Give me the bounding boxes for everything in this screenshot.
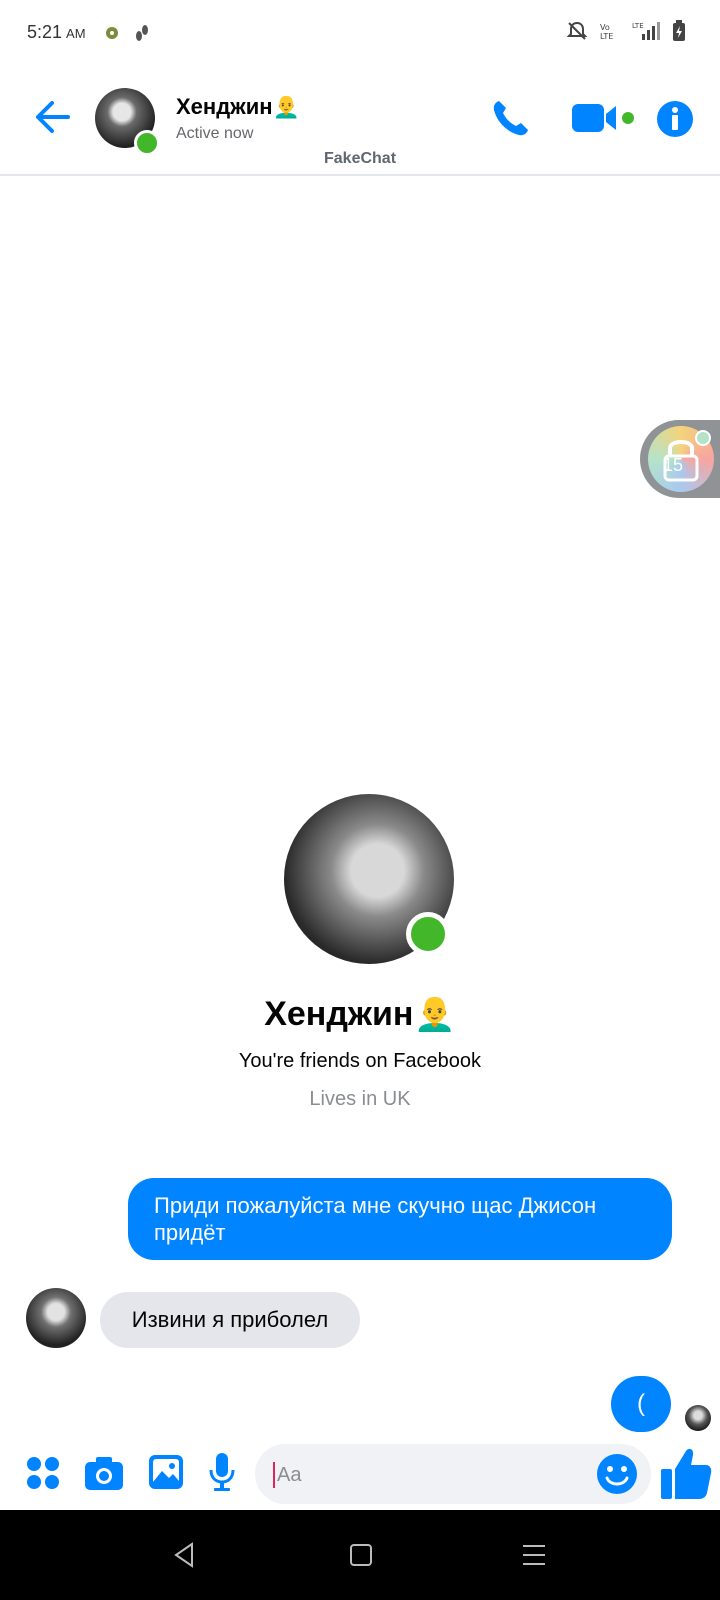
android-debug-icon <box>104 24 120 45</box>
nav-home-button[interactable] <box>346 1540 376 1570</box>
profile-friends-text: You're friends on Facebook <box>238 1050 482 1072</box>
four-dots-icon <box>27 1457 59 1489</box>
nav-back-button[interactable] <box>170 1540 200 1570</box>
volte-icon: VoLTE <box>600 23 613 41</box>
profile-online-indicator <box>406 912 450 956</box>
arrow-back-icon <box>36 101 70 133</box>
mute-notifications-icon <box>566 21 588 40</box>
square-home-icon <box>350 1544 372 1566</box>
profile-location-text: Lives in UK <box>309 1088 411 1110</box>
video-active-dot <box>622 112 634 124</box>
signal-icon: LTE <box>632 22 660 40</box>
video-call-button[interactable] <box>570 100 622 136</box>
back-button[interactable] <box>30 95 74 139</box>
triangle-back-icon <box>174 1542 193 1568</box>
info-button[interactable] <box>656 100 694 138</box>
microphone-icon <box>209 1453 235 1491</box>
camera-button[interactable] <box>84 1455 124 1491</box>
lock-badge-number: 15 <box>663 455 684 475</box>
emoji-button[interactable] <box>596 1453 638 1495</box>
contact-status: Active now <box>176 125 254 142</box>
message-outgoing[interactable]: ( <box>611 1376 671 1432</box>
voice-call-button[interactable] <box>490 97 532 139</box>
battery-icon <box>673 20 685 41</box>
message-input[interactable]: Aa <box>255 1444 651 1504</box>
online-indicator <box>134 130 160 156</box>
status-time: 5:21 AM <box>27 22 86 43</box>
status-ampm: AM <box>66 26 86 41</box>
phone-icon <box>493 101 528 136</box>
message-input-placeholder: Aa <box>277 1464 302 1486</box>
info-icon <box>657 101 693 137</box>
apps-button[interactable] <box>25 1455 61 1491</box>
profile-name: Хенджин👨‍🦲 <box>264 995 456 1033</box>
gallery-button[interactable] <box>148 1454 184 1490</box>
app-watermark: FakeChat <box>324 150 397 167</box>
image-icon <box>149 1455 183 1489</box>
message-incoming[interactable]: Извини я приболел <box>100 1292 360 1348</box>
svg-text:LTE: LTE <box>632 22 644 30</box>
seen-receipt-avatar <box>685 1405 711 1431</box>
thumbs-up-icon <box>661 1448 712 1499</box>
camera-icon <box>85 1457 123 1490</box>
contact-name[interactable]: Хенджин👨‍🦲 <box>176 94 300 120</box>
like-button[interactable] <box>660 1447 712 1501</box>
svg-text:LTE: LTE <box>600 32 613 41</box>
status-time-value: 5:21 <box>27 22 63 42</box>
status-icons: Vo LTE LTE <box>566 20 686 42</box>
voice-message-button[interactable] <box>208 1452 236 1492</box>
svg-text:Vo: Vo <box>600 23 610 32</box>
text-caret <box>273 1462 275 1488</box>
steps-icon <box>134 24 150 47</box>
nav-recents-button[interactable] <box>520 1542 548 1568</box>
video-camera-icon <box>572 104 616 132</box>
sender-avatar[interactable] <box>26 1288 86 1348</box>
menu-lines-icon <box>523 1545 545 1565</box>
smiley-icon <box>597 1454 637 1494</box>
message-outgoing[interactable]: Приди пожалуйста мне скучно щас Джисон п… <box>128 1178 672 1260</box>
